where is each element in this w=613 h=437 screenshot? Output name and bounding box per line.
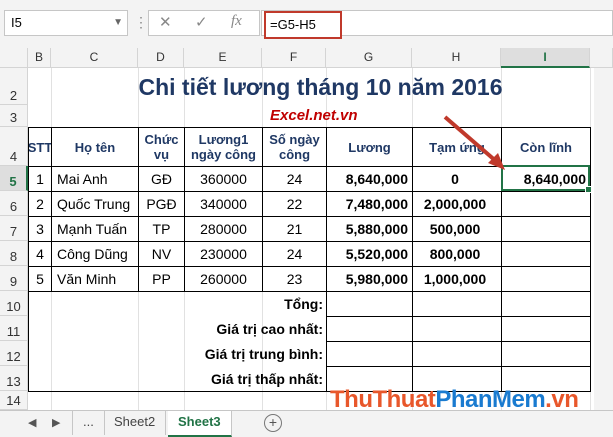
add-sheet-icon[interactable]: + <box>264 414 282 432</box>
watermark-part3: .vn <box>545 386 579 413</box>
tab-sheet2[interactable]: Sheet2 <box>104 411 167 435</box>
scroll-left-icon[interactable]: ◀ <box>28 416 36 429</box>
watermark-part1: ThuThuat <box>330 386 436 413</box>
sheet-tab-bar: ◀ ▶ ... Sheet2 Sheet3 + <box>0 410 613 437</box>
watermark-logo: ThuThuatPhanMem.vn <box>330 386 579 414</box>
scroll-right-icon[interactable]: ▶ <box>52 416 60 429</box>
tab-ellipsis[interactable]: ... <box>72 411 105 435</box>
watermark-part2: PhanMem <box>435 386 546 413</box>
tab-sheet3[interactable]: Sheet3 <box>168 411 232 437</box>
annotation-arrow <box>443 115 505 170</box>
vertical-scrollbar[interactable] <box>594 68 613 410</box>
